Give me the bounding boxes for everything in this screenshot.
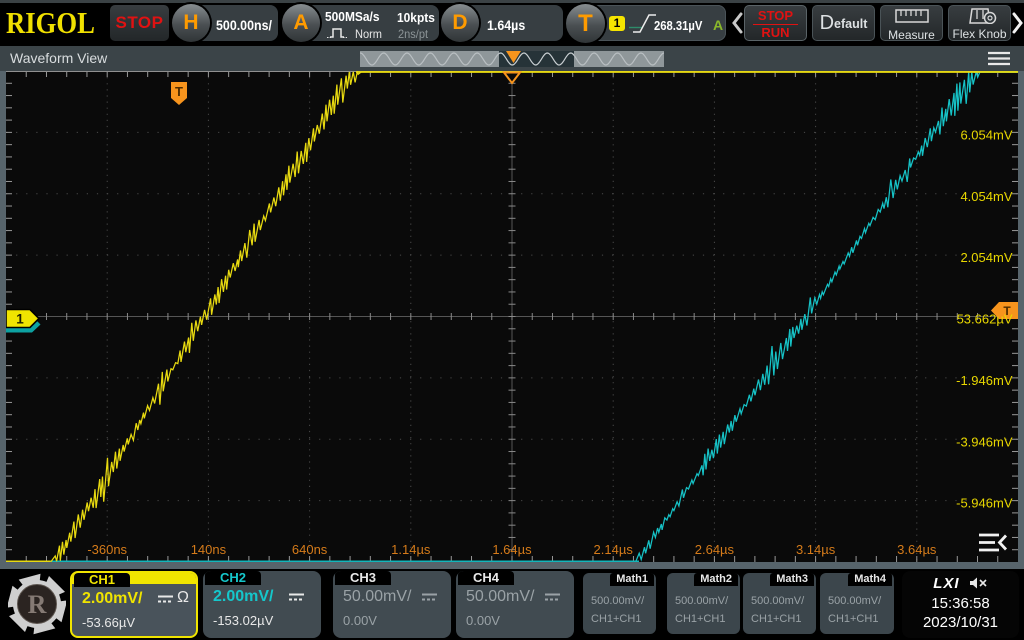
svg-text:-360ns: -360ns (87, 542, 127, 557)
svg-text:-1.946mV: -1.946mV (956, 373, 1013, 388)
svg-text:1.14µs: 1.14µs (391, 542, 431, 557)
svg-text:2.054mV: 2.054mV (960, 250, 1012, 265)
svg-text:640ns: 640ns (292, 542, 328, 557)
svg-text:3.64µs: 3.64µs (897, 542, 937, 557)
svg-text:1: 1 (16, 312, 24, 327)
svg-text:2.14µs: 2.14µs (594, 542, 634, 557)
svg-text:3.14µs: 3.14µs (796, 542, 836, 557)
svg-text:6.054mV: 6.054mV (960, 127, 1012, 142)
svg-text:-3.946mV: -3.946mV (956, 434, 1013, 449)
svg-text:53.662µV: 53.662µV (957, 312, 1013, 327)
svg-text:140ns: 140ns (191, 542, 227, 557)
svg-text:R: R (28, 590, 47, 619)
svg-text:4.054mV: 4.054mV (960, 189, 1012, 204)
svg-text:2.64µs: 2.64µs (695, 542, 735, 557)
svg-text:T: T (175, 84, 183, 99)
svg-text:1.64µs: 1.64µs (492, 542, 532, 557)
svg-text:-5.946mV: -5.946mV (956, 496, 1013, 511)
